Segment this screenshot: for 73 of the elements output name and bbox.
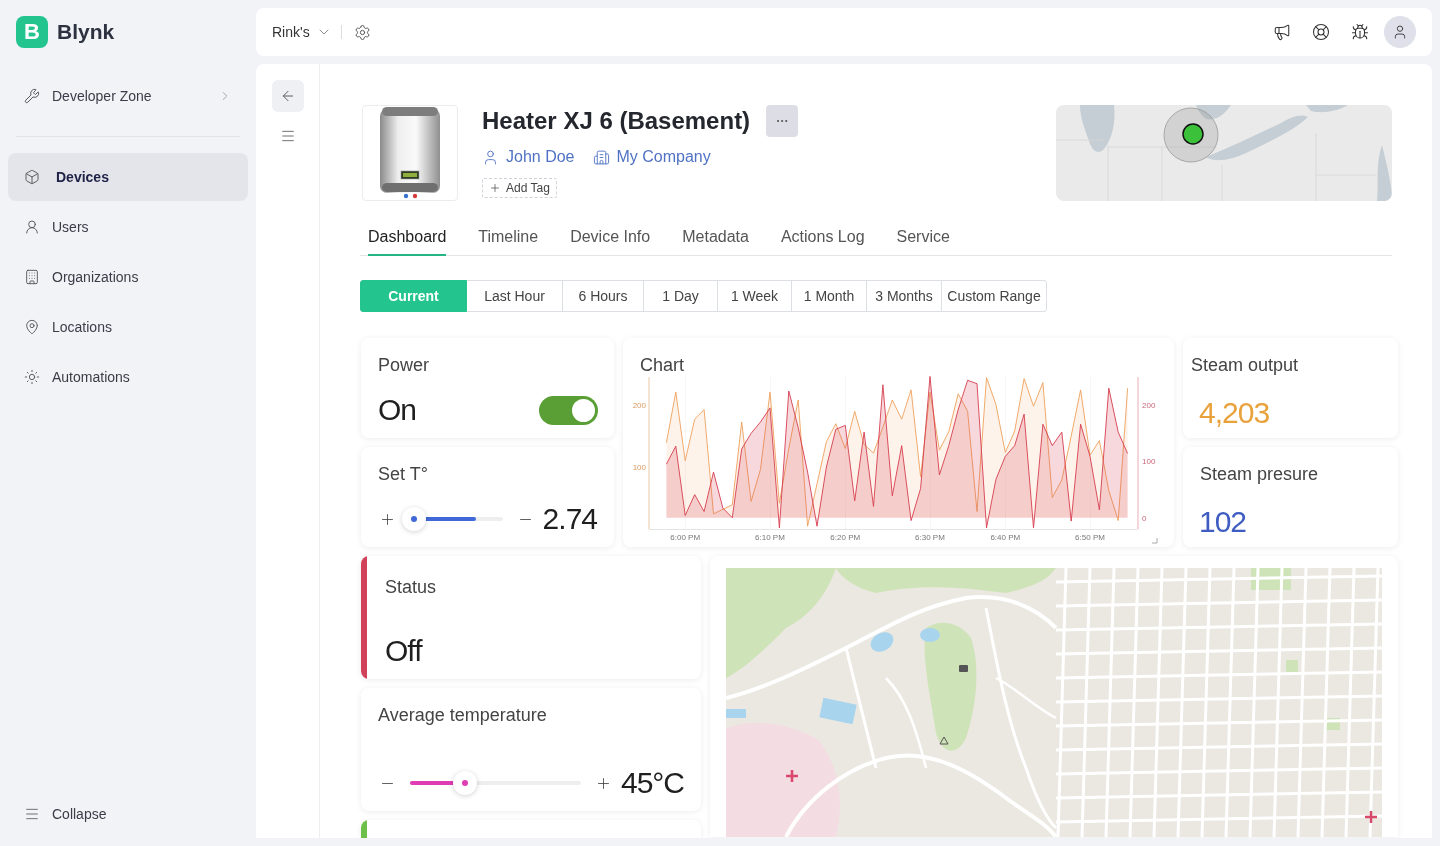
widget-value: 4,203 xyxy=(1199,397,1270,429)
map-pin-icon xyxy=(24,319,40,335)
time-range-button[interactable]: Last Hour xyxy=(466,280,563,312)
widget-title: Set T° xyxy=(378,463,429,485)
organization-switcher[interactable]: Rink's xyxy=(272,21,332,43)
megaphone-icon[interactable] xyxy=(1273,23,1291,41)
plus-icon xyxy=(489,182,501,194)
tab[interactable]: Device Info xyxy=(570,220,651,256)
time-range-button[interactable]: 3 Months xyxy=(866,280,942,312)
sun-icon xyxy=(24,369,40,385)
widget-title: Average temperature xyxy=(378,704,548,726)
logo-icon: B xyxy=(16,16,48,48)
widget-value: On xyxy=(378,394,417,426)
slider-thumb[interactable] xyxy=(402,507,426,531)
sidebar-item[interactable]: Devices xyxy=(8,153,248,201)
tab[interactable]: Timeline xyxy=(478,220,539,256)
collapse-button[interactable]: Collapse xyxy=(8,794,248,834)
sidebar-item[interactable]: Automations xyxy=(8,353,248,401)
y-tick-label: 200 xyxy=(632,401,646,411)
building-icon xyxy=(592,148,610,166)
menu-icon[interactable] xyxy=(279,128,296,144)
organization-link[interactable]: My Company xyxy=(592,147,711,167)
tab[interactable]: Service xyxy=(896,220,950,256)
y-tick-label: 0 xyxy=(1142,513,1147,523)
widget-title: Steam output xyxy=(1190,354,1300,376)
widget-title: Steam presure xyxy=(1199,463,1320,485)
sidebar-item[interactable]: Organizations xyxy=(8,253,248,301)
y-tick-label: 200 xyxy=(1142,401,1156,411)
x-tick-label: 6:30 PM xyxy=(915,533,945,542)
x-tick-label: 6:00 PM xyxy=(670,533,701,542)
settings-icon[interactable] xyxy=(353,23,371,41)
slider-thumb[interactable] xyxy=(452,771,477,795)
chart-title: Chart xyxy=(640,354,684,376)
y-tick-label: 100 xyxy=(1142,457,1156,467)
widget-title: Status xyxy=(385,576,437,598)
menu-icon xyxy=(24,806,40,822)
person-icon xyxy=(1392,24,1408,40)
avatar-button[interactable] xyxy=(1384,16,1416,48)
tab[interactable]: Metadata xyxy=(682,220,749,256)
wrench-icon xyxy=(24,88,40,104)
owner-link[interactable]: John Doe xyxy=(482,147,575,167)
widget-value: 2.74 xyxy=(542,503,597,535)
x-tick-label: 6:20 PM xyxy=(830,533,861,542)
time-range-button[interactable]: 1 Month xyxy=(791,280,867,312)
y-tick-label: 100 xyxy=(632,463,646,473)
person-icon xyxy=(482,148,499,166)
sidebar-item[interactable]: Users xyxy=(8,203,248,251)
developer-zone-link[interactable]: Developer Zone xyxy=(8,76,248,116)
widget-value: 102 xyxy=(1199,506,1247,538)
device-title: Heater XJ 6 (Basement) xyxy=(482,106,751,136)
resize-handle-icon xyxy=(1151,537,1158,544)
widget-value: Off xyxy=(385,635,422,667)
widget-title: Power xyxy=(378,354,431,376)
person-icon xyxy=(24,219,40,235)
time-range-button[interactable]: 1 Day xyxy=(643,280,718,312)
x-tick-label: 6:50 PM xyxy=(1075,533,1105,542)
location-marker-icon xyxy=(1163,107,1219,163)
widget-value: 45°C xyxy=(620,767,684,799)
bug-icon[interactable] xyxy=(1351,23,1369,41)
time-range-button[interactable]: 6 Hours xyxy=(562,280,644,312)
time-range-button[interactable]: 1 Week xyxy=(717,280,792,312)
x-tick-label: 6:40 PM xyxy=(990,533,1021,542)
lifebuoy-icon[interactable] xyxy=(1312,23,1330,41)
power-switch[interactable] xyxy=(539,395,598,425)
x-tick-label: 6:10 PM xyxy=(755,533,785,542)
time-range-button[interactable]: Custom Range xyxy=(941,280,1047,312)
tab[interactable]: Dashboard xyxy=(368,220,447,256)
building-icon xyxy=(24,269,40,285)
brand-name: Blynk xyxy=(57,19,115,45)
tab[interactable]: Actions Log xyxy=(780,220,865,256)
sidebar-item[interactable]: Locations xyxy=(8,303,248,351)
add-tag-button[interactable]: Add Tag xyxy=(482,178,557,198)
cube-icon xyxy=(24,169,40,185)
